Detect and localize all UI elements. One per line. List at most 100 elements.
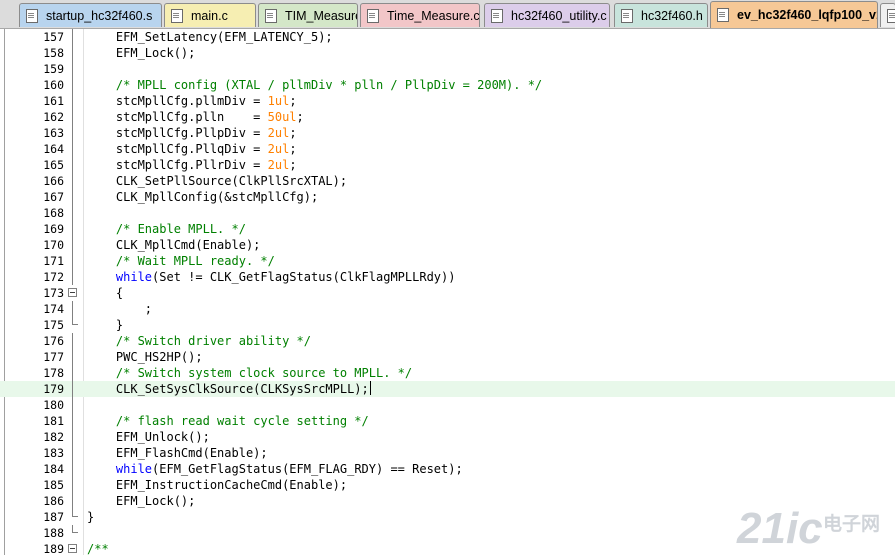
line-number: 180 [43, 398, 64, 412]
code-text[interactable]: stcMpllCfg.PllqDiv = 2ul; [87, 141, 297, 157]
code-editor[interactable]: 157 EFM_SetLatency(EFM_LATENCY_5); 158 EF… [0, 29, 895, 556]
fold-end-mark [72, 317, 78, 325]
code-line[interactable]: 181 /* flash read wait cycle setting */ [0, 413, 895, 429]
code-token: } [87, 318, 124, 332]
code-token: ; [296, 110, 304, 124]
tab-label: Time_Measure.c [387, 8, 480, 23]
code-line[interactable]: 183 EFM_FlashCmd(Enable); [0, 445, 895, 461]
fold-toggle-icon[interactable] [68, 288, 77, 297]
tab-label: hc32f460.h [641, 8, 703, 23]
code-line[interactable]: 162 stcMpllCfg.plln = 50ul; [0, 109, 895, 125]
tab-startup-hc32f460-s[interactable]: startup_hc32f460.s [19, 3, 162, 27]
code-line[interactable]: 179 CLK_SetSysClkSource(CLKSysSrcMPLL); [0, 381, 895, 397]
code-line[interactable]: 160 /* MPLL config (XTAL / pllmDiv * pll… [0, 77, 895, 93]
code-line[interactable]: 172 while(Set != CLK_GetFlagStatus(ClkFl… [0, 269, 895, 285]
code-line[interactable]: 161 stcMpllCfg.pllmDiv = 1ul; [0, 93, 895, 109]
code-token: /* Switch driver ability */ [87, 334, 311, 348]
code-text[interactable]: while(Set != CLK_GetFlagStatus(ClkFlagMP… [87, 269, 456, 285]
line-number: 162 [43, 110, 64, 124]
code-line[interactable]: 180 [0, 397, 895, 413]
code-line[interactable]: 177 PWC_HS2HP(); [0, 349, 895, 365]
code-text[interactable]: /* flash read wait cycle setting */ [87, 413, 369, 429]
line-number: 160 [43, 78, 64, 92]
tab-label: ev_hc32f460_lqfp100_v1.c [737, 8, 878, 22]
code-line[interactable]: 165 stcMpllCfg.PllrDiv = 2ul; [0, 157, 895, 173]
code-line[interactable]: 173 { [0, 285, 895, 301]
code-text[interactable]: CLK_MpllConfig(&stcMpllCfg); [87, 189, 318, 205]
code-line[interactable]: 184 while(EFM_GetFlagStatus(EFM_FLAG_RDY… [0, 461, 895, 477]
line-number: 172 [43, 270, 64, 284]
code-token: /* MPLL config (XTAL / pllmDiv * plln / … [87, 78, 543, 92]
code-token: stcMpllCfg.PllqDiv = [87, 142, 268, 156]
line-number: 188 [43, 526, 64, 540]
code-line[interactable]: 168 [0, 205, 895, 221]
code-text[interactable]: /* Switch driver ability */ [87, 333, 311, 349]
tab-ev-hc32f460-lqfp100-v1-c[interactable]: ev_hc32f460_lqfp100_v1.c [710, 1, 878, 28]
code-text[interactable]: EFM_Unlock(); [87, 429, 210, 445]
code-text[interactable]: /* Switch system clock source to MPLL. *… [87, 365, 412, 381]
code-line[interactable]: 178 /* Switch system clock source to MPL… [0, 365, 895, 381]
code-line[interactable]: 158 EFM_Lock(); [0, 45, 895, 61]
code-token: ; [289, 94, 297, 108]
code-line[interactable]: 167 CLK_MpllConfig(&stcMpllCfg); [0, 189, 895, 205]
code-text[interactable]: { [87, 285, 123, 301]
code-text[interactable]: } [87, 317, 123, 333]
tab-main-c[interactable]: main.c [164, 3, 256, 27]
code-token: /* Wait MPLL ready. */ [87, 254, 275, 268]
code-text[interactable]: stcMpllCfg.PllpDiv = 2ul; [87, 125, 297, 141]
code-text[interactable]: EFM_FlashCmd(Enable); [87, 445, 268, 461]
code-token: EFM_Lock(); [87, 46, 196, 60]
code-line[interactable]: 176 /* Switch driver ability */ [0, 333, 895, 349]
code-text[interactable]: stcMpllCfg.pllmDiv = 1ul; [87, 93, 297, 109]
code-token: stcMpllCfg.pllmDiv = [87, 94, 268, 108]
code-token: (EFM_GetFlagStatus(EFM_FLAG_RDY) == Rese… [152, 462, 463, 476]
tab-tim-measure-h[interactable]: TIM_Measure.h [258, 3, 358, 27]
code-text[interactable]: stcMpllCfg.PllrDiv = 2ul; [87, 157, 297, 173]
code-line[interactable]: 170 CLK_MpllCmd(Enable); [0, 237, 895, 253]
code-line[interactable]: 164 stcMpllCfg.PllqDiv = 2ul; [0, 141, 895, 157]
line-number: 168 [43, 206, 64, 220]
tab-c[interactable]: c [880, 3, 895, 27]
tab-hc32f460-h[interactable]: hc32f460.h [614, 3, 708, 27]
tab-time-measure-c[interactable]: Time_Measure.c [360, 3, 480, 27]
code-text[interactable]: EFM_SetLatency(EFM_LATENCY_5); [87, 29, 333, 45]
code-text[interactable]: CLK_SetSysClkSource(CLKSysSrcMPLL); [87, 381, 371, 397]
line-number: 186 [43, 494, 64, 508]
tab-label: startup_hc32f460.s [46, 8, 153, 23]
code-token: /* Enable MPLL. */ [87, 222, 246, 236]
code-line[interactable]: 185 EFM_InstructionCacheCmd(Enable); [0, 477, 895, 493]
fold-toggle-icon[interactable] [68, 544, 77, 553]
code-line[interactable]: 175 } [0, 317, 895, 333]
code-token: EFM_FlashCmd(Enable); [87, 446, 268, 460]
code-line[interactable]: 169 /* Enable MPLL. */ [0, 221, 895, 237]
code-text[interactable]: /* Enable MPLL. */ [87, 221, 246, 237]
code-line[interactable]: 171 /* Wait MPLL ready. */ [0, 253, 895, 269]
code-line[interactable]: 157 EFM_SetLatency(EFM_LATENCY_5); [0, 29, 895, 45]
code-text[interactable]: } [87, 509, 94, 525]
code-text[interactable]: PWC_HS2HP(); [87, 349, 203, 365]
code-line[interactable]: 159 [0, 61, 895, 77]
line-number: 183 [43, 446, 64, 460]
code-text[interactable]: EFM_Lock(); [87, 493, 195, 509]
code-text[interactable]: while(EFM_GetFlagStatus(EFM_FLAG_RDY) ==… [87, 461, 463, 477]
code-text[interactable]: ; [87, 301, 152, 317]
code-text[interactable]: EFM_InstructionCacheCmd(Enable); [87, 477, 347, 493]
code-text[interactable]: stcMpllCfg.plln = 50ul; [87, 109, 304, 125]
code-line[interactable]: 163 stcMpllCfg.PllpDiv = 2ul; [0, 125, 895, 141]
code-token: EFM_Lock(); [87, 494, 196, 508]
code-text[interactable]: /* Wait MPLL ready. */ [87, 253, 275, 269]
code-token: CLK_MpllCmd(Enable); [87, 238, 261, 252]
code-text[interactable]: CLK_SetPllSource(ClkPllSrcXTAL); [87, 173, 347, 189]
code-text[interactable]: EFM_Lock(); [87, 45, 195, 61]
code-line[interactable]: 174 ; [0, 301, 895, 317]
code-text[interactable]: CLK_MpllCmd(Enable); [87, 237, 261, 253]
code-line[interactable]: 166 CLK_SetPllSource(ClkPllSrcXTAL); [0, 173, 895, 189]
code-text[interactable]: /* MPLL config (XTAL / pllmDiv * plln / … [87, 77, 542, 93]
code-token: } [87, 510, 95, 524]
line-number: 175 [43, 318, 64, 332]
code-line[interactable]: 182 EFM_Unlock(); [0, 429, 895, 445]
code-token: /* flash read wait cycle setting */ [87, 414, 369, 428]
line-number: 185 [43, 478, 64, 492]
line-number: 169 [43, 222, 64, 236]
tab-hc32f460-utility-c[interactable]: hc32f460_utility.c [484, 3, 610, 27]
